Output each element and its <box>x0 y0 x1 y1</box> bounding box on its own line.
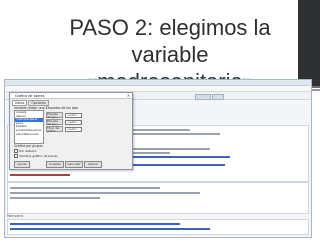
dialog-tabs: Datos Opciones <box>12 100 50 106</box>
x-label-input[interactable]: <auto> <box>65 112 82 118</box>
message-line <box>10 228 210 230</box>
checkbox-label: Nombre gráfico de barras <box>19 154 58 159</box>
message-line <box>10 223 180 225</box>
dialog-titlebar: Gráfico de barras ✕ <box>10 93 132 99</box>
code-line <box>10 174 70 176</box>
variable-listbox[interactable]: anxiety depres madresanitaria peso trist… <box>14 110 44 144</box>
ok-button[interactable]: Aceptar <box>46 161 64 168</box>
apply-button[interactable]: Aplicar <box>84 161 102 168</box>
messages-label: Mensajes <box>7 214 24 218</box>
accent-bar <box>298 0 320 86</box>
output-line <box>10 187 160 189</box>
axis-labels-heading: Etiquetas de los ejes <box>46 106 79 110</box>
output-line <box>10 192 200 194</box>
help-button[interactable]: Ayuda <box>14 161 30 168</box>
group-label: Gráfico por grupos <box>14 144 43 148</box>
toolbar-button[interactable] <box>212 93 224 100</box>
title-line-1: PASO 2: elegimos la variable <box>69 15 271 67</box>
title-input[interactable]: <auto> <box>65 126 82 132</box>
close-icon[interactable]: ✕ <box>127 93 130 98</box>
checkbox-bar-name[interactable]: Nombre gráfico de barras <box>14 154 58 159</box>
x-label-button[interactable]: Etiqueta del eje x <box>46 112 63 119</box>
checkbox-default[interactable]: Por defecto <box>14 149 37 154</box>
checkbox-label: Por defecto <box>19 149 37 154</box>
title-button[interactable]: Título del gráfico <box>46 126 63 133</box>
output-line <box>10 197 100 199</box>
bar-chart-dialog: Gráfico de barras ✕ Datos Opciones Variab… <box>9 92 133 170</box>
variable-item[interactable]: valordiferencias <box>15 133 43 137</box>
checkbox-icon[interactable] <box>14 154 19 159</box>
messages-pane <box>7 219 309 235</box>
toolbar-button[interactable] <box>195 93 211 100</box>
output-pane[interactable] <box>7 182 309 214</box>
y-label-button[interactable]: Etiqueta del eje y <box>46 119 63 126</box>
cancel-button[interactable]: Cancelar <box>65 161 83 168</box>
checkbox-icon[interactable] <box>14 149 19 154</box>
dialog-title: Gráfico de barras <box>15 93 45 98</box>
y-label-input[interactable]: <auto> <box>65 119 82 125</box>
r-commander-window: Mensajes Gráfico de barras ✕ Datos Opcion… <box>4 79 312 238</box>
